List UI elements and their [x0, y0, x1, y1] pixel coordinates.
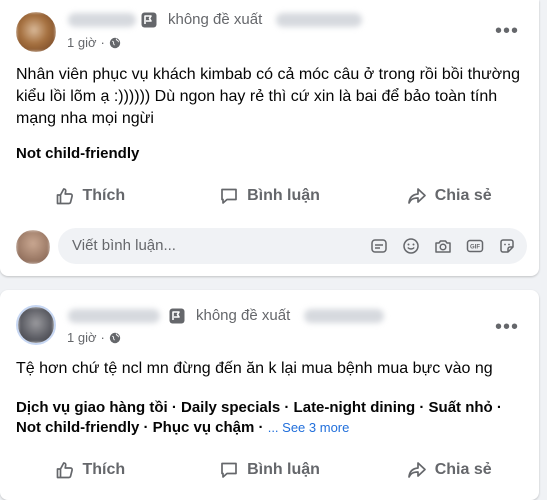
author-name[interactable]: [68, 309, 160, 323]
post-meta: 1 giờ ·: [67, 330, 121, 345]
post-time[interactable]: 1 giờ: [67, 330, 97, 345]
post-tags: Dịch vụ giao hàng tồi · Daily specials ·…: [16, 398, 529, 438]
share-icon: [407, 186, 427, 206]
comment-composer: Viết bình luận... GIF: [16, 228, 527, 268]
viewer-avatar[interactable]: [16, 230, 50, 264]
post-body: Tệ hơn chứ tệ ncl mn đừng đến ăn k lại m…: [16, 360, 493, 377]
action-bar: Thích Bình luận Chia sẻ: [0, 452, 539, 488]
thumbs-up-icon: [55, 186, 75, 206]
thumbs-up-icon: [55, 460, 75, 480]
recommend-flag-icon: [141, 12, 157, 28]
comment-icon: [219, 186, 239, 206]
recommendation-status: không đề xuất: [196, 307, 291, 324]
post-time[interactable]: 1 giờ: [67, 35, 97, 50]
camera-icon[interactable]: [433, 236, 453, 256]
comment-button[interactable]: Bình luận: [180, 452, 360, 488]
like-label: Thích: [82, 461, 126, 478]
post-card: không đề xuất 1 giờ · ••• Nhân viên phục…: [0, 0, 539, 276]
globe-icon: [109, 332, 121, 344]
comment-label: Bình luận: [247, 461, 320, 478]
post-body: Nhân viên phục vụ khách kimbab có cả móc…: [16, 66, 520, 127]
share-icon: [407, 460, 427, 480]
post-card: không đề xuất 1 giờ · ••• Tệ hơn chứ tệ …: [0, 290, 539, 500]
emoji-icon[interactable]: [401, 236, 421, 256]
place-name[interactable]: [304, 309, 384, 323]
comment-label: Bình luận: [247, 187, 320, 204]
tags-line-2: Not child-friendly · Phục vụ chậm · ... …: [16, 418, 529, 438]
author-name[interactable]: [68, 13, 136, 27]
globe-icon: [109, 37, 121, 49]
post-meta: 1 giờ ·: [67, 35, 121, 50]
post-tags: Not child-friendly: [16, 145, 140, 162]
like-label: Thích: [82, 187, 126, 204]
gif-icon[interactable]: GIF: [465, 236, 485, 256]
like-button[interactable]: Thích: [0, 178, 180, 214]
svg-text:GIF: GIF: [470, 245, 480, 251]
share-button[interactable]: Chia sẻ: [359, 452, 539, 488]
like-button[interactable]: Thích: [0, 452, 180, 488]
comment-button[interactable]: Bình luận: [180, 178, 360, 214]
author-avatar[interactable]: [16, 305, 56, 345]
action-bar: Thích Bình luận Chia sẻ: [0, 178, 539, 214]
see-more-link[interactable]: ... See 3 more: [268, 420, 350, 435]
author-avatar[interactable]: [16, 12, 56, 52]
comment-tools: GIF: [369, 236, 517, 256]
share-label: Chia sẻ: [434, 461, 492, 478]
avatar-sticker-icon[interactable]: [369, 236, 389, 256]
comment-icon: [219, 460, 239, 480]
recommend-flag-icon: [169, 308, 185, 324]
comment-input[interactable]: Viết bình luận... GIF: [58, 228, 527, 264]
place-name[interactable]: [276, 13, 362, 27]
sticker-icon[interactable]: [497, 236, 517, 256]
tags-line-1: Dịch vụ giao hàng tồi · Daily specials ·…: [16, 399, 502, 416]
more-options-icon[interactable]: •••: [495, 317, 519, 337]
more-options-icon[interactable]: •••: [495, 21, 519, 41]
recommendation-status: không đề xuất: [168, 11, 263, 28]
share-button[interactable]: Chia sẻ: [359, 178, 539, 214]
share-label: Chia sẻ: [434, 187, 492, 204]
tags-line-2-text: Not child-friendly · Phục vụ chậm ·: [16, 419, 264, 436]
comment-placeholder: Viết bình luận...: [72, 237, 176, 254]
